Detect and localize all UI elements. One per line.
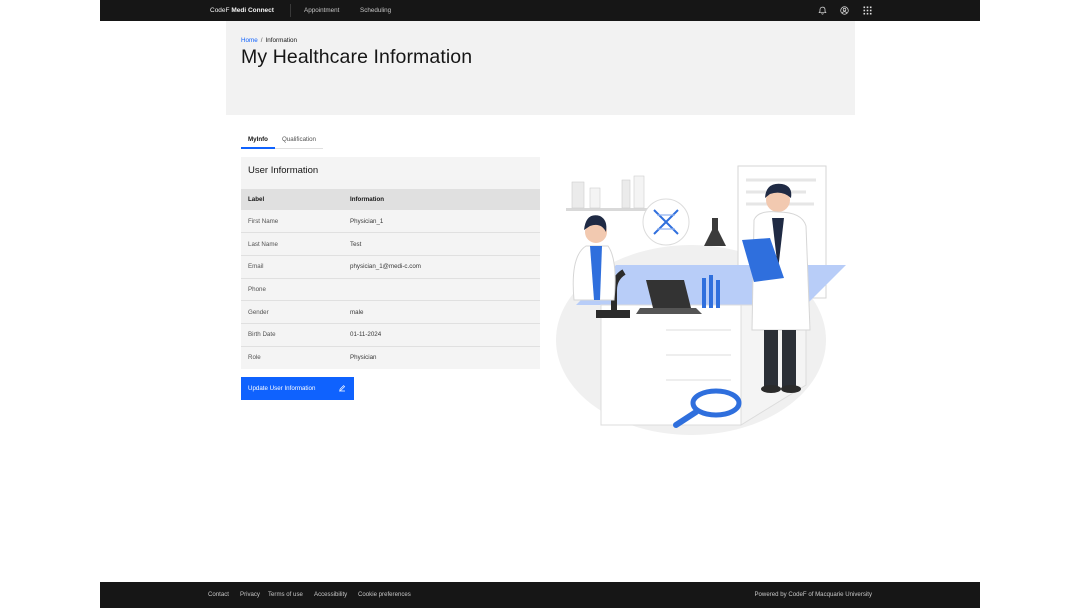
table-row: Birth Date 01-11-2024 bbox=[241, 323, 540, 347]
card-title: User Information bbox=[248, 165, 319, 176]
column-header-label: Label bbox=[241, 189, 343, 210]
row-label: Last Name bbox=[241, 232, 343, 256]
breadcrumb: Home / Information bbox=[241, 37, 297, 44]
app-switcher-icon[interactable] bbox=[860, 3, 875, 18]
brand-prefix: CodeF bbox=[210, 7, 230, 14]
row-label: Email bbox=[241, 255, 343, 279]
row-label: Gender bbox=[241, 300, 343, 324]
table-row: First Name Physician_1 bbox=[241, 210, 540, 234]
breadcrumb-home[interactable]: Home bbox=[241, 37, 258, 44]
footer-link-accessibility[interactable]: Accessibility bbox=[314, 582, 347, 608]
tab-qualification[interactable]: Qualification bbox=[274, 132, 323, 149]
update-button-label: Update User Information bbox=[248, 385, 316, 392]
page-title: My Healthcare Information bbox=[241, 46, 473, 68]
footer-link-terms[interactable]: Terms of use bbox=[268, 582, 303, 608]
header-divider bbox=[290, 4, 291, 17]
row-value bbox=[343, 278, 540, 302]
row-label: Phone bbox=[241, 278, 343, 302]
table-row: Gender male bbox=[241, 300, 540, 324]
breadcrumb-current: Information bbox=[265, 37, 298, 44]
user-avatar-icon[interactable] bbox=[837, 3, 852, 18]
notification-icon[interactable] bbox=[815, 3, 830, 18]
footer-link-cookie-preferences[interactable]: Cookie preferences bbox=[358, 582, 411, 608]
row-value: Test bbox=[343, 232, 540, 256]
nav-scheduling[interactable]: Scheduling bbox=[360, 0, 391, 21]
brand-name[interactable]: CodeF Medi Connect bbox=[210, 0, 274, 21]
row-value: physician_1@medi-c.com bbox=[343, 255, 540, 279]
tab-myinfo[interactable]: MyInfo bbox=[241, 132, 275, 149]
table-row: Phone bbox=[241, 278, 540, 302]
row-label: First Name bbox=[241, 210, 343, 234]
doctors-lab-illustration bbox=[556, 165, 846, 435]
row-value: male bbox=[343, 300, 540, 324]
edit-icon bbox=[339, 385, 346, 392]
column-header-information: Information bbox=[343, 189, 540, 210]
brand-title: Medi Connect bbox=[231, 7, 274, 14]
row-label: Role bbox=[248, 354, 261, 362]
row-label: Birth Date bbox=[241, 323, 343, 347]
table-row: Email physician_1@medi-c.com bbox=[241, 255, 540, 279]
user-information-card: User Information Label Information First… bbox=[241, 157, 540, 369]
row-value: Physician_1 bbox=[343, 210, 540, 234]
page-banner: Home / Information My Healthcare Informati… bbox=[226, 21, 855, 115]
update-user-information-button[interactable]: Update User Information bbox=[241, 377, 354, 400]
footer-link-contact[interactable]: Contact bbox=[208, 582, 229, 608]
row-value: 01-11-2024 bbox=[343, 323, 540, 347]
top-header: CodeF Medi Connect Appointment Schedulin… bbox=[100, 0, 980, 21]
table-row: Role Physician bbox=[241, 346, 540, 369]
table-header-row: Label Information bbox=[241, 189, 540, 210]
nav-appointment[interactable]: Appointment bbox=[304, 0, 339, 21]
footer-link-privacy[interactable]: Privacy bbox=[240, 582, 260, 608]
app-frame: CodeF Medi Connect Appointment Schedulin… bbox=[100, 0, 980, 608]
user-information-table: Label Information First Name Physician_1 … bbox=[241, 189, 540, 369]
breadcrumb-separator: / bbox=[260, 37, 263, 44]
page-footer: Contact Privacy Terms of use Accessibili… bbox=[100, 582, 980, 608]
table-row: Last Name Test bbox=[241, 232, 540, 256]
powered-by-text: Powered by CodeF of Macquarie University bbox=[754, 591, 872, 598]
info-tabs: MyInfo Qualification bbox=[241, 132, 323, 149]
row-value: Physician bbox=[350, 354, 377, 362]
